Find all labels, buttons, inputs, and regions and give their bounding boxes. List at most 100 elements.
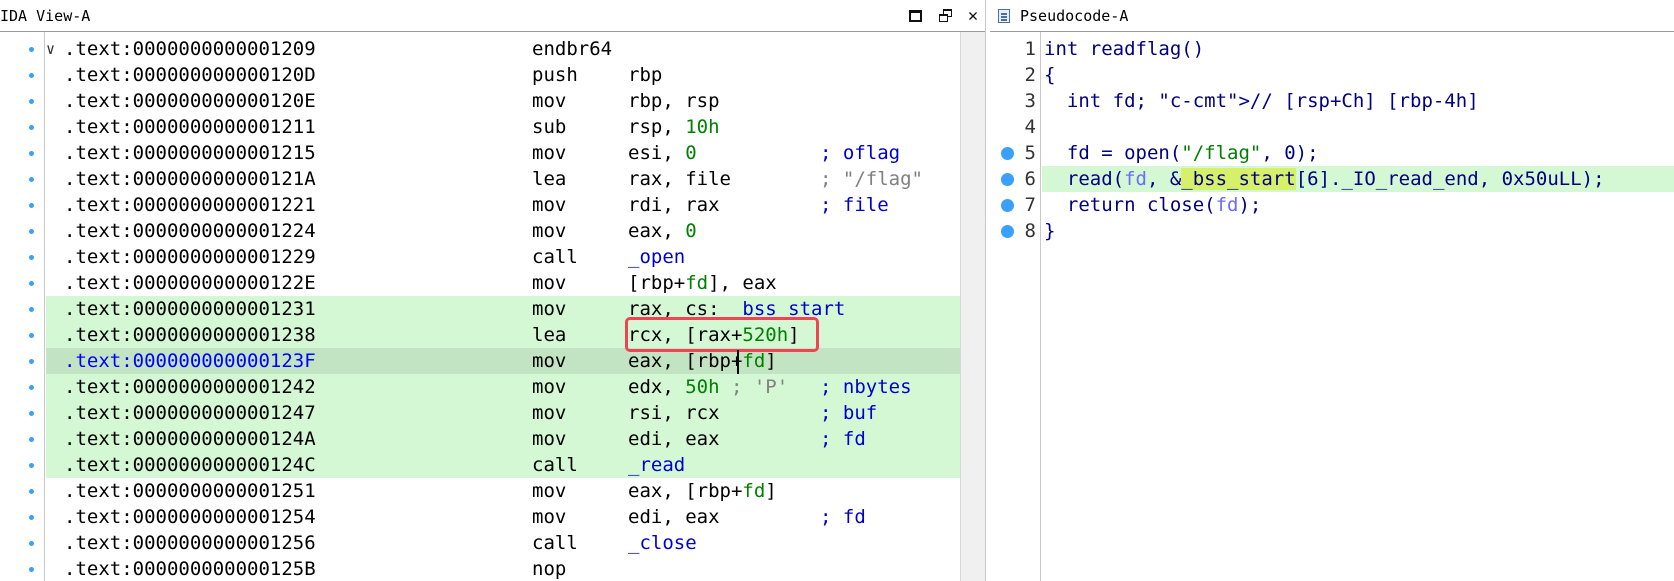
line-comment: ; fd — [820, 428, 866, 450]
line-address: .text:0000000000001238 — [64, 324, 316, 346]
pseudocode-line[interactable]: 1 int readflag() — [990, 36, 1674, 62]
disasm-line[interactable]: .text:0000000000001231 mov rax, cs:__bss… — [0, 296, 960, 322]
disasm-line[interactable]: .text:0000000000001215 mov esi, 0 ; ofla… — [0, 140, 960, 166]
breakpoint-marker-icon[interactable] — [29, 151, 34, 156]
disasm-line[interactable]: ∨ .text:0000000000001209 endbr64 — [0, 36, 960, 62]
disasm-line[interactable]: .text:000000000000124C call _read — [0, 452, 960, 478]
breakpoint-marker-icon[interactable] — [29, 463, 34, 468]
operands: eax, [rbp+fd] — [628, 480, 777, 502]
operands: esi, 0 — [628, 142, 697, 164]
pseudocode-line[interactable]: 2 { — [990, 62, 1674, 88]
breakpoint-dot-icon[interactable] — [1001, 147, 1014, 160]
disasm-line[interactable]: .text:0000000000001254 mov edi, eax ; fd — [0, 504, 960, 530]
pseudocode-line[interactable]: 3 int fd; "c-cmt">// [rsp+Ch] [rbp-4h] — [990, 88, 1674, 114]
breakpoint-marker-icon[interactable] — [29, 411, 34, 416]
mnemonic: mov — [532, 90, 567, 112]
pseudocode-title[interactable]: Pseudocode-A — [1020, 7, 1128, 25]
breakpoint-marker-icon[interactable] — [29, 125, 34, 130]
line-address: .text:0000000000001251 — [64, 480, 316, 502]
line-address: .text:000000000000124A — [64, 428, 316, 450]
ida-view-pane[interactable]: IDA View-A ✕ ∨ .text:0000000000001209 en… — [0, 0, 986, 581]
fold-chevron-icon[interactable]: ∨ — [46, 36, 55, 62]
disassembly-listing[interactable]: ∨ .text:0000000000001209 endbr64 .text:0… — [0, 36, 960, 581]
code-text: int fd; "c-cmt">// [rsp+Ch] [rbp-4h] — [1044, 90, 1479, 112]
line-address: .text:000000000000121A — [64, 168, 316, 190]
mnemonic: mov — [532, 298, 567, 320]
mnemonic: mov — [532, 220, 567, 242]
mnemonic: nop — [532, 558, 567, 580]
operands: rdi, rax — [628, 194, 720, 216]
vertical-scrollbar[interactable] — [960, 32, 985, 581]
breakpoint-marker-icon[interactable] — [29, 307, 34, 312]
line-number: 8 — [1024, 220, 1036, 242]
operands[interactable]: _close — [628, 530, 697, 556]
breakpoint-marker-icon[interactable] — [29, 359, 34, 364]
code-text: fd = open("/flag", 0); — [1044, 142, 1319, 164]
code-text: return close(fd); — [1044, 194, 1262, 216]
disasm-line[interactable]: .text:000000000000120D push rbp — [0, 62, 960, 88]
disasm-line[interactable]: .text:0000000000001247 mov rsi, rcx ; bu… — [0, 400, 960, 426]
disasm-line[interactable]: .text:0000000000001242 mov edx, 50h ; 'P… — [0, 374, 960, 400]
breakpoint-marker-icon[interactable] — [29, 281, 34, 286]
maximize-icon — [908, 10, 922, 22]
breakpoint-marker-icon[interactable] — [29, 437, 34, 442]
pseudocode-line[interactable]: 5 fd = open("/flag", 0); — [990, 140, 1674, 166]
maximize-button[interactable] — [905, 6, 925, 26]
mnemonic: mov — [532, 194, 567, 216]
line-comment: ; buf — [820, 402, 878, 424]
breakpoint-marker-icon[interactable] — [29, 229, 34, 234]
breakpoint-marker-icon[interactable] — [29, 385, 34, 390]
line-address: .text:000000000000125B — [64, 558, 316, 580]
breakpoint-dot-icon[interactable] — [1001, 225, 1014, 238]
disasm-line[interactable]: .text:0000000000001224 mov eax, 0 — [0, 218, 960, 244]
disasm-line[interactable]: .text:000000000000120E mov rbp, rsp — [0, 88, 960, 114]
pseudocode-line[interactable]: 8 } — [990, 218, 1674, 244]
mnemonic: mov — [532, 272, 567, 294]
breakpoint-marker-icon[interactable] — [29, 567, 34, 572]
pseudocode-listing[interactable]: 1 int readflag() 2 { 3 int fd; "c-cmt">/… — [990, 36, 1674, 244]
breakpoint-dot-icon[interactable] — [1001, 199, 1014, 212]
disasm-line[interactable]: .text:000000000000124A mov edi, eax ; fd — [0, 426, 960, 452]
disasm-line-current[interactable]: .text:000000000000123F mov eax, [rbp+fd] — [0, 348, 960, 374]
disasm-line[interactable]: .text:000000000000121A lea rax, file ; "… — [0, 166, 960, 192]
disasm-line[interactable]: .text:0000000000001229 call _open — [0, 244, 960, 270]
close-button[interactable]: ✕ — [963, 6, 983, 26]
breakpoint-dot-icon[interactable] — [1001, 173, 1014, 186]
pseudocode-line[interactable]: 7 return close(fd); — [990, 192, 1674, 218]
breakpoint-marker-icon[interactable] — [29, 333, 34, 338]
breakpoint-marker-icon[interactable] — [29, 203, 34, 208]
breakpoint-marker-icon[interactable] — [29, 489, 34, 494]
operands: edi, eax — [628, 506, 720, 528]
breakpoint-marker-icon[interactable] — [29, 73, 34, 78]
ida-view-title[interactable]: IDA View-A — [0, 7, 90, 25]
mnemonic: call — [532, 246, 578, 268]
pseudocode-pane[interactable]: Pseudocode-A 1 int readflag() 2 { 3 int … — [990, 0, 1674, 581]
ida-view-tabbar: IDA View-A ✕ — [0, 0, 985, 32]
restore-button[interactable] — [936, 6, 956, 26]
pseudocode-line[interactable]: 4 — [990, 114, 1674, 140]
pseudocode-line-highlighted[interactable]: 6 read(fd, &_bss_start[6]._IO_read_end, … — [990, 166, 1674, 192]
operands[interactable]: _open — [628, 244, 685, 270]
breakpoint-marker-icon[interactable] — [29, 47, 34, 52]
line-comment: ; nbytes — [820, 376, 912, 398]
mnemonic: call — [532, 454, 578, 476]
disasm-line[interactable]: .text:0000000000001251 mov eax, [rbp+fd] — [0, 478, 960, 504]
mnemonic: lea — [532, 324, 567, 346]
line-address: .text:000000000000120D — [64, 64, 316, 86]
breakpoint-marker-icon[interactable] — [29, 99, 34, 104]
disasm-line[interactable]: .text:000000000000122E mov [rbp+fd], eax — [0, 270, 960, 296]
disasm-line[interactable]: .text:0000000000001211 sub rsp, 10h — [0, 114, 960, 140]
disasm-line[interactable]: .text:0000000000001221 mov rdi, rax ; fi… — [0, 192, 960, 218]
operands: edi, eax — [628, 428, 720, 450]
disasm-line[interactable]: .text:000000000000125B nop — [0, 556, 960, 581]
code-text: read(fd, &_bss_start[6]._IO_read_end, 0x… — [1044, 168, 1605, 190]
breakpoint-marker-icon[interactable] — [29, 515, 34, 520]
disasm-line[interactable]: .text:0000000000001238 lea rcx, [rax+520… — [0, 322, 960, 348]
breakpoint-marker-icon[interactable] — [29, 177, 34, 182]
breakpoint-marker-icon[interactable] — [29, 541, 34, 546]
operands[interactable]: _read — [628, 452, 685, 478]
breakpoint-marker-icon[interactable] — [29, 255, 34, 260]
operands: rbp — [628, 64, 663, 86]
disasm-line[interactable]: .text:0000000000001256 call _close — [0, 530, 960, 556]
line-address: .text:000000000000120E — [64, 90, 316, 112]
